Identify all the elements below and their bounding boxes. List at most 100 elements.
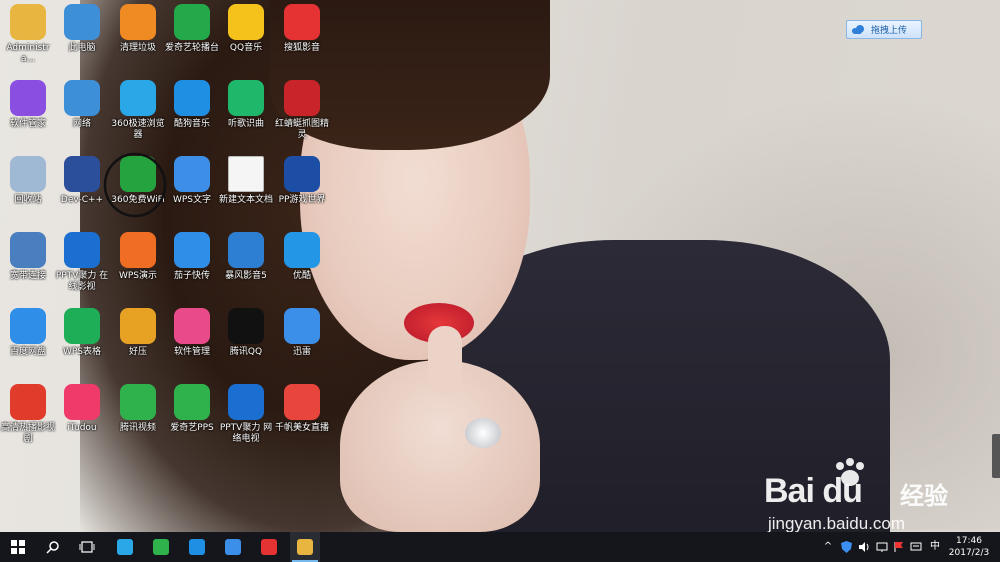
desktop-icon-label: 百度网盘 <box>9 347 46 357</box>
desktop-icon-label: WPS文字 <box>172 195 212 205</box>
desktop-icon[interactable]: 新建文本文档 <box>218 156 274 206</box>
taskbar-app-button[interactable] <box>182 532 212 562</box>
taskbar-app-button[interactable] <box>218 532 248 562</box>
desktop-icon[interactable]: PPTV聚力 网络电视 <box>218 384 274 445</box>
desktop-icon[interactable]: 红蜻蜓抓图精灵 <box>274 80 330 141</box>
baidu-cloud-icon <box>10 308 46 344</box>
taskbar-app-button[interactable] <box>290 532 320 562</box>
desktop-icon-label: PP游戏世界 <box>278 195 326 205</box>
desktop-icon[interactable]: 茄子快传 <box>164 232 220 282</box>
network-icon <box>64 80 100 116</box>
desktop-icon[interactable]: 宽带连接 <box>0 232 56 282</box>
app-store-icon <box>10 80 46 116</box>
desktop-icon-label: 酷狗音乐 <box>173 119 210 129</box>
desktop-icon-label: 优酷 <box>292 271 311 281</box>
desktop-icon[interactable]: Administra... <box>0 4 56 65</box>
desktop-icon[interactable]: 迅雷 <box>274 308 330 358</box>
desktop-icon-label: QQ音乐 <box>229 43 263 53</box>
desktop-icon[interactable]: 搜狐影音 <box>274 4 330 54</box>
task-view-button[interactable] <box>72 532 102 562</box>
desktop-icon-label: 暴风影音5 <box>225 271 267 281</box>
taskbar: ^ 中 17:46 2017/2/3 <box>0 532 1000 562</box>
task-view-icon <box>79 541 95 553</box>
desktop-icon[interactable]: 网络 <box>54 80 110 130</box>
desktop-icon[interactable]: WPS表格 <box>54 308 110 358</box>
desktop-icon[interactable]: PP游戏世界 <box>274 156 330 206</box>
desktop-icon[interactable]: 爱奇艺轮播台 <box>164 4 220 54</box>
desktop-icon-label: 茄子快传 <box>173 271 210 281</box>
clock[interactable]: 17:46 2017/2/3 <box>946 535 992 559</box>
desktop-icon[interactable]: 酷狗音乐 <box>164 80 220 130</box>
taskbar-app-button[interactable] <box>110 532 140 562</box>
film-icon <box>228 232 264 268</box>
archive-icon <box>120 308 156 344</box>
wallpaper-finger <box>428 326 462 396</box>
desktop-icon[interactable]: 好压 <box>110 308 166 358</box>
desktop-icon[interactable]: QQ音乐 <box>218 4 274 54</box>
pptv-tv-icon <box>228 384 264 420</box>
desktop-icon[interactable]: 腾讯QQ <box>218 308 274 358</box>
desktop-icon[interactable]: 腾讯视频 <box>110 384 166 434</box>
desktop-icon[interactable]: 爱奇艺PPS <box>164 384 220 434</box>
desktop-icon-label: 搜狐影音 <box>283 43 320 53</box>
live-icon <box>284 384 320 420</box>
taskbar-app-button[interactable] <box>254 532 284 562</box>
desktop-icon[interactable]: 此电脑 <box>54 4 110 54</box>
desktop-icon[interactable]: iTudou <box>54 384 110 434</box>
desktop-icon[interactable]: 高清热播影视剧 <box>0 384 56 445</box>
desktop-icon[interactable]: 软件管理 <box>164 308 220 358</box>
desktop-icon[interactable]: PPTV聚力 在线影视 <box>54 232 110 293</box>
kugou-icon <box>174 80 210 116</box>
recognize-music-icon <box>228 80 264 116</box>
pinwheel-icon <box>174 308 210 344</box>
notification-icon[interactable] <box>910 541 922 553</box>
monitor-icon <box>876 542 888 552</box>
watermark-cn: 经验 <box>900 482 948 510</box>
drag-upload-button[interactable]: 拖拽上传 <box>846 20 922 39</box>
clock-time: 17:46 <box>956 536 982 546</box>
music-note-icon <box>228 4 264 40</box>
desktop-icon[interactable]: 清理垃圾 <box>110 4 166 54</box>
desktop-icon[interactable]: 暴风影音5 <box>218 232 274 282</box>
red-flag-icon <box>894 542 903 552</box>
flag-tray-icon[interactable] <box>893 541 905 553</box>
watermark-url: jingyan.baidu.com <box>768 514 906 532</box>
sohu-video-icon <box>10 384 46 420</box>
desktop-icon-label: 回收站 <box>14 195 42 205</box>
start-button[interactable] <box>0 532 36 562</box>
folder-user-icon <box>10 4 46 40</box>
desktop-icon-label: 红蜻蜓抓图精灵 <box>274 119 329 140</box>
desktop-icon[interactable]: 360极速浏览器 <box>110 80 166 141</box>
desktop-icon[interactable]: 百度网盘 <box>0 308 56 358</box>
desktop-icon[interactable]: 优酷 <box>274 232 330 282</box>
paw-icon <box>836 458 864 486</box>
ime-indicator[interactable]: 中 <box>928 541 942 553</box>
wps-presentation-icon <box>120 232 156 268</box>
desktop-icon-label: PPTV聚力 在线影视 <box>55 271 109 292</box>
windows-start-icon <box>11 540 25 554</box>
volume-icon[interactable] <box>858 541 870 553</box>
desktop-icon-label: 新建文本文档 <box>218 195 273 205</box>
drag-upload-label: 拖拽上传 <box>871 26 908 36</box>
thunder-icon <box>225 539 241 555</box>
desktop-icon[interactable]: 软件管家 <box>0 80 56 130</box>
desktop-icon-label: 爱奇艺PPS <box>170 423 214 433</box>
desktop-icon-label: 360极速浏览器 <box>111 119 165 140</box>
desktop-icon[interactable]: 回收站 <box>0 156 56 206</box>
taskbar-app-button[interactable] <box>146 532 176 562</box>
desktop-icon[interactable]: WPS演示 <box>110 232 166 282</box>
search-button[interactable] <box>38 532 68 562</box>
desktop-icon-label: 爱奇艺轮播台 <box>164 43 219 53</box>
network-tray-icon[interactable] <box>876 541 888 553</box>
desktop-icon[interactable]: 听歌识曲 <box>218 80 274 130</box>
sohu-player-icon <box>261 539 277 555</box>
broom-icon <box>120 4 156 40</box>
show-hidden-icons-button[interactable]: ^ <box>822 541 834 553</box>
desktop-icon-label: 网络 <box>72 119 91 129</box>
speaker-icon <box>859 542 869 552</box>
desktop-icon[interactable]: WPS文字 <box>164 156 220 206</box>
desktop-icon[interactable]: 千帆美女直播 <box>274 384 330 434</box>
computer-icon <box>64 4 100 40</box>
wps-spreadsheet-icon <box>64 308 100 344</box>
security-shield-icon[interactable] <box>840 541 852 553</box>
